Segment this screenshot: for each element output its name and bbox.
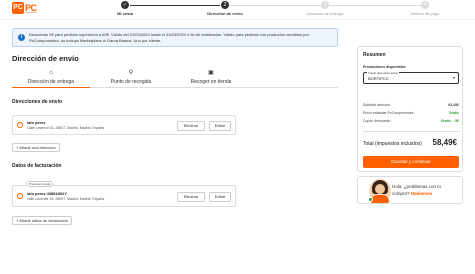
logo-box: PC <box>12 2 24 14</box>
step-delivery-options: 3 Opciones de entrega <box>280 1 370 16</box>
banner-text: Descuento 5€ para pedidos superiores a 6… <box>29 32 309 43</box>
address-line: Calle coverruf 43, 28007, Madrid, Madrid… <box>27 126 105 130</box>
coupon-field-label: Cupón descuento activo <box>367 71 400 75</box>
row-value: Gratis · -5€ <box>440 119 459 123</box>
summary-title: Resumen <box>363 52 386 58</box>
order-summary: Resumen Promociones disponibles Cupón de… <box>357 46 463 172</box>
tab-store-pickup[interactable]: ▣ Recoger en tienda <box>172 70 250 88</box>
edit-billing-button[interactable]: Editar <box>209 192 231 202</box>
promotions-label: Promociones disponibles <box>363 65 406 69</box>
row-label: Subtotal artículos <box>363 103 391 107</box>
coupon-select[interactable]: Cupón descuento activo BORTIPCC ▾ <box>363 71 459 84</box>
save-continue-button[interactable]: Guardar y continuar <box>363 156 459 168</box>
tab-label: Recoger en tienda <box>190 79 232 85</box>
billing-section-title: Datos de facturación <box>12 163 62 169</box>
help-text-line1: Hola, ¿problemas con tu <box>392 184 442 189</box>
tab-label: Dirección de entrega <box>27 79 75 85</box>
step-number: 2 <box>221 1 229 9</box>
row-value: Gratis <box>448 111 459 115</box>
tab-pickup-point[interactable]: ⚲ Punto de recogida <box>92 70 170 88</box>
edit-address-button[interactable]: Editar <box>209 121 231 131</box>
tab-label: Punto de recogida <box>110 79 152 85</box>
chat-help-card[interactable]: Hola, ¿problemas con tu compra? Hablemos <box>357 176 463 204</box>
location-pin-icon: ⚲ <box>128 70 134 76</box>
avatar-shirt <box>371 195 389 203</box>
online-status-icon <box>368 197 373 202</box>
coupon-row: Cupón descuento Gratis · -5€ <box>363 119 459 123</box>
row-label: Cupón descuento <box>363 119 391 123</box>
step-label: Mi cesta <box>117 11 133 16</box>
step-label: Método de pago <box>410 11 440 16</box>
coupon-value: BORTIPCC <box>368 76 389 81</box>
info-icon: i <box>18 34 25 41</box>
home-icon: ⌂ <box>49 70 53 76</box>
shipping-cost-row: Envío estándar PcComponentes Gratis <box>363 111 459 115</box>
avatar-face <box>375 184 385 194</box>
pccomponentes-logo[interactable]: PC PC componentes <box>12 2 44 14</box>
subtotal-row: Subtotal artículos 63,49€ <box>363 103 459 107</box>
billing-address-line: calle coverufe 43, 28007, Madrid, Madrid… <box>27 197 105 201</box>
add-billing-button[interactable]: + Añadir datos de facturación <box>12 216 72 225</box>
step-label: Dirección de envío <box>207 11 243 16</box>
header: PC PC componentes ✓ Mi cesta 2 Dirección… <box>0 0 475 20</box>
tab-delivery-address[interactable]: ⌂ Dirección de entrega <box>12 70 90 88</box>
address-radio[interactable] <box>17 122 23 128</box>
step-shipping-address: 2 Dirección de envío <box>180 1 270 16</box>
shipping-address-card[interactable]: lalo perez Calle coverruf 43, 28007, Mad… <box>12 115 236 135</box>
chat-link[interactable]: Hablemos <box>411 191 433 196</box>
step-cart[interactable]: ✓ Mi cesta <box>80 1 170 16</box>
step-label: Opciones de entrega <box>306 11 344 16</box>
check-icon: ✓ <box>121 1 129 9</box>
delete-address-button[interactable]: Eliminar <box>177 121 205 131</box>
checkout-progress: ✓ Mi cesta 2 Dirección de envío 3 Opcion… <box>80 1 465 19</box>
step-number: 3 <box>321 1 329 9</box>
chevron-down-icon: ▾ <box>452 75 455 80</box>
delete-billing-button[interactable]: Eliminar <box>177 192 205 202</box>
default-badge: Predeterminada <box>26 181 54 187</box>
promo-info-banner: i Descuento 5€ para pedidos superiores a… <box>12 28 338 47</box>
shipping-section-title: Direcciones de envío <box>12 99 63 105</box>
page-title: Dirección de envío <box>12 54 79 63</box>
help-text-line2: compra? Hablemos <box>392 191 432 196</box>
row-label: Envío estándar PcComponentes <box>363 111 414 115</box>
step-number: 4 <box>421 1 429 9</box>
billing-card[interactable]: lalo perez 43881892Y calle coverufe 43, … <box>12 185 236 207</box>
help-text-line2-pre: compra? <box>392 191 410 196</box>
billing-name: lalo perez 43881892Y <box>27 191 68 196</box>
step-payment-method: 4 Método de pago <box>380 1 470 16</box>
row-value: 63,49€ <box>448 103 459 107</box>
add-address-button[interactable]: + Añadir una dirección <box>12 143 60 152</box>
logo-subtext: componentes <box>25 12 38 14</box>
delivery-type-tabs: ⌂ Dirección de entrega ⚲ Punto de recogi… <box>12 70 338 88</box>
summary-divider <box>363 131 459 132</box>
total-label: Total (impuestos incluidos) <box>363 141 422 147</box>
total-value: 58,49€ <box>432 138 457 147</box>
store-icon: ▣ <box>208 70 214 76</box>
billing-radio[interactable] <box>17 193 23 199</box>
address-name: lalo perez <box>27 120 46 125</box>
